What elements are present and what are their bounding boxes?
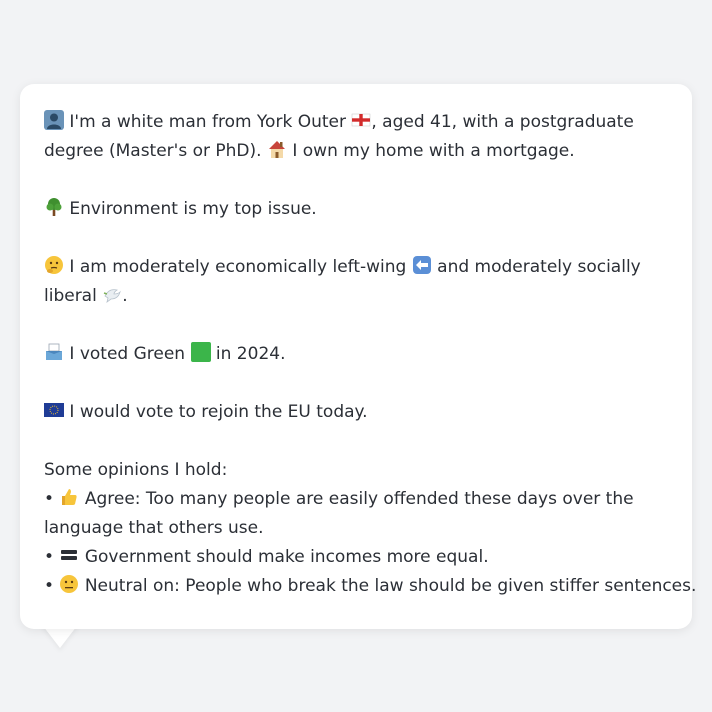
politics-text-c: . bbox=[122, 286, 128, 306]
green-square-icon bbox=[190, 342, 211, 362]
vote-text-b: in 2024. bbox=[215, 344, 286, 364]
tree-icon bbox=[46, 198, 62, 216]
opinion-item: • Government should make incomes more eq… bbox=[44, 543, 672, 572]
house-icon bbox=[268, 141, 285, 158]
eu-paragraph: I would vote to rejoin the EU today. bbox=[44, 398, 672, 427]
opinion-text: Government should make incomes more equa… bbox=[84, 547, 489, 567]
issue-paragraph: Environment is my top issue. bbox=[44, 195, 672, 224]
intro-paragraph: I'm a white man from York Outer , aged 4… bbox=[44, 108, 672, 166]
opinion-text: Agree: Too many people are easily offend… bbox=[44, 489, 634, 538]
persona-card: I'm a white man from York Outer , aged 4… bbox=[20, 84, 696, 629]
thumbs-up-icon bbox=[62, 489, 78, 505]
intro-text-a: I'm a white man from York Outer bbox=[69, 112, 346, 132]
dove-icon bbox=[103, 289, 122, 303]
equals-icon bbox=[61, 550, 78, 560]
eu-text: I would vote to rejoin the EU today. bbox=[69, 402, 368, 422]
opinion-text: Neutral on: People who break the law sho… bbox=[84, 576, 697, 596]
opinions-heading: Some opinions I hold: bbox=[44, 460, 228, 480]
opinion-item: • Agree: Too many people are easily offe… bbox=[44, 485, 672, 543]
bullet: • bbox=[44, 489, 55, 509]
issue-text: Environment is my top issue. bbox=[69, 199, 317, 219]
person-silhouette-icon bbox=[44, 110, 64, 130]
opinion-item: • Neutral on: People who break the law s… bbox=[44, 572, 696, 601]
vote-text-a: I voted Green bbox=[69, 344, 186, 364]
ballot-box-icon bbox=[46, 343, 62, 360]
intro-text-c: I own my home with a mortgage. bbox=[292, 141, 575, 161]
bullet: • bbox=[44, 547, 55, 567]
neutral-face-icon bbox=[60, 575, 79, 593]
thinking-face-icon bbox=[45, 256, 63, 274]
vote-paragraph: I voted Green in 2024. bbox=[44, 340, 672, 369]
england-flag-icon bbox=[352, 113, 371, 127]
eu-flag-icon bbox=[44, 403, 64, 417]
politics-text-a: I am moderately economically left-wing bbox=[69, 257, 407, 277]
left-arrow-icon bbox=[412, 256, 431, 274]
bullet: • bbox=[44, 576, 55, 596]
politics-paragraph: I am moderately economically left-wing a… bbox=[44, 253, 672, 311]
